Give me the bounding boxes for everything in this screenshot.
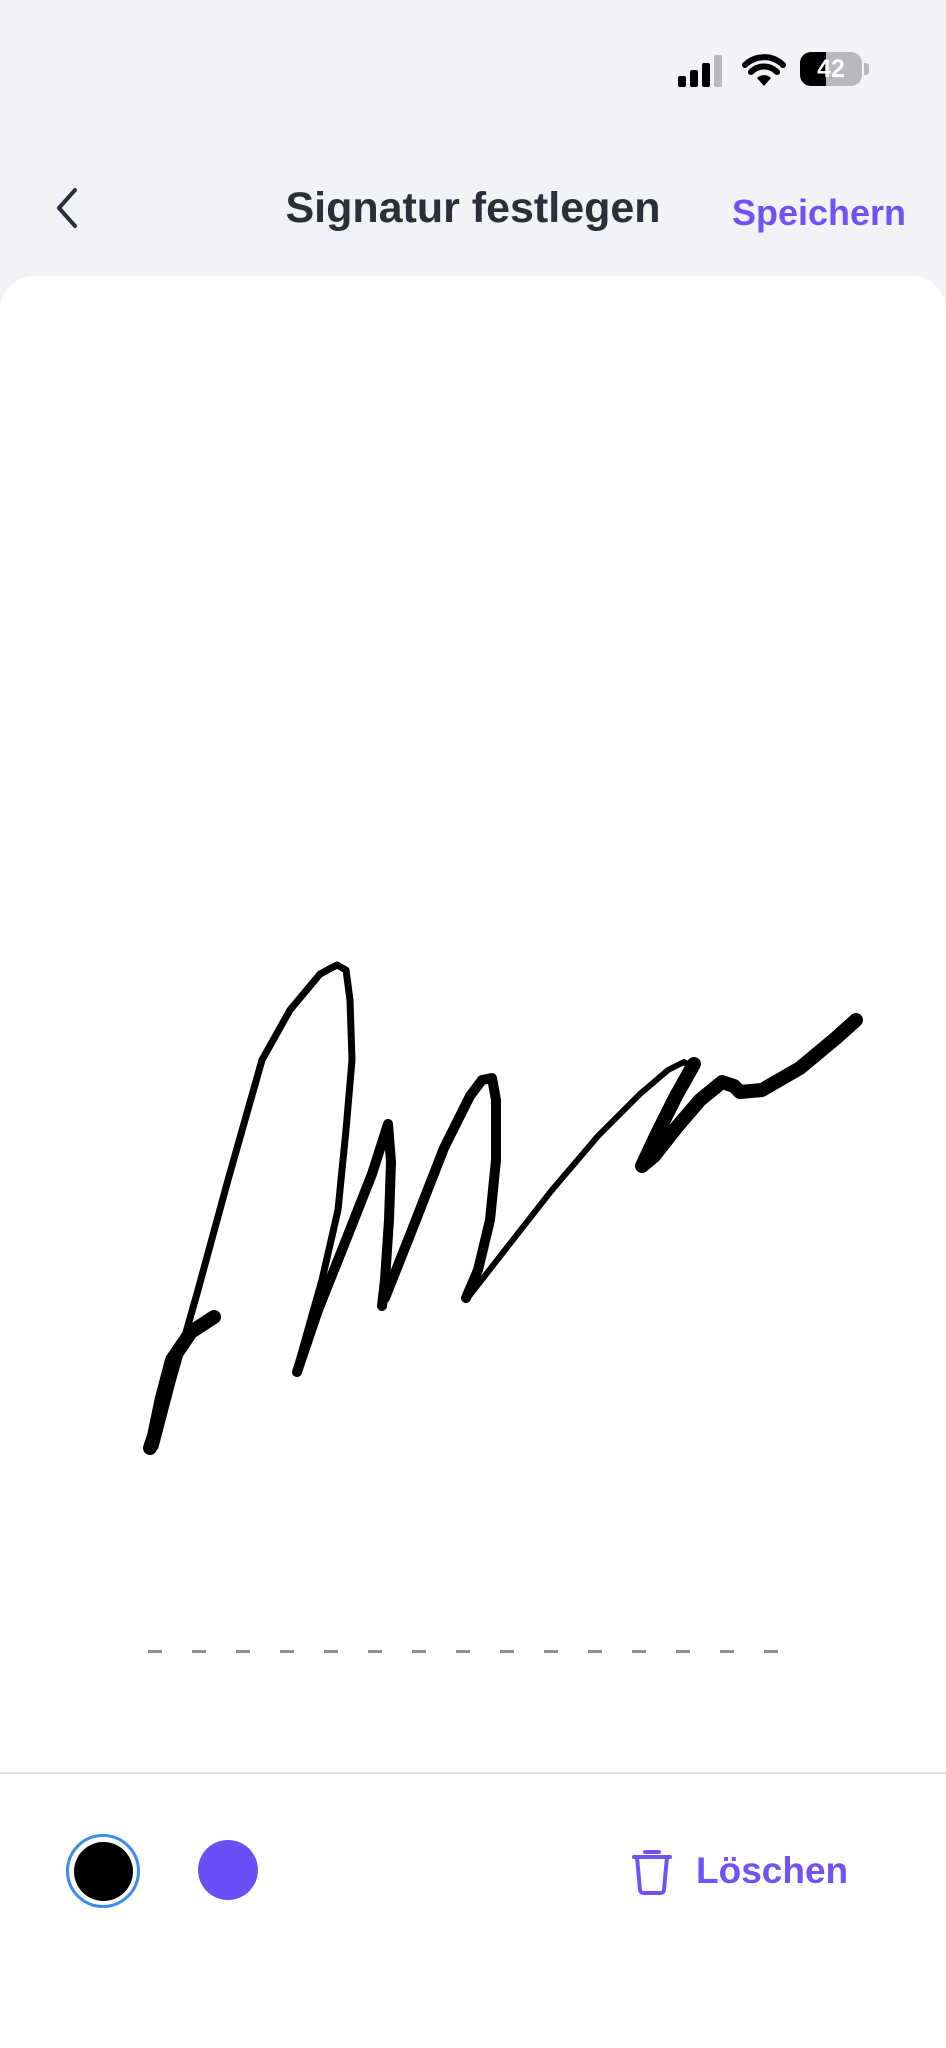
signature-toolbar: Löschen (0, 1774, 946, 2048)
trash-icon (632, 1850, 672, 1895)
signature-baseline (148, 1650, 778, 1653)
delete-label: Löschen (696, 1850, 849, 1891)
color-swatch-black-fill (73, 1841, 133, 1901)
nav-bar: Signatur festlegen Speichern (0, 160, 946, 260)
battery-icon: 42 (800, 52, 869, 86)
delete-button[interactable]: Löschen (630, 1844, 848, 1898)
signature-canvas[interactable] (0, 276, 946, 1772)
color-swatch-purple[interactable] (198, 1840, 258, 1900)
status-bar: 42 (0, 0, 946, 140)
battery-level: 42 (817, 55, 845, 83)
chevron-left-icon (57, 188, 77, 228)
color-swatch-black[interactable] (66, 1834, 140, 1908)
battery-cap (864, 63, 869, 75)
signature-drawing (143, 961, 863, 1455)
wifi-icon (742, 54, 786, 86)
save-button[interactable]: Speichern (732, 192, 906, 234)
back-button[interactable] (40, 180, 96, 236)
page-title: Signatur festlegen (285, 184, 661, 232)
signal-icon (678, 55, 722, 87)
battery-body: 42 (800, 52, 862, 86)
